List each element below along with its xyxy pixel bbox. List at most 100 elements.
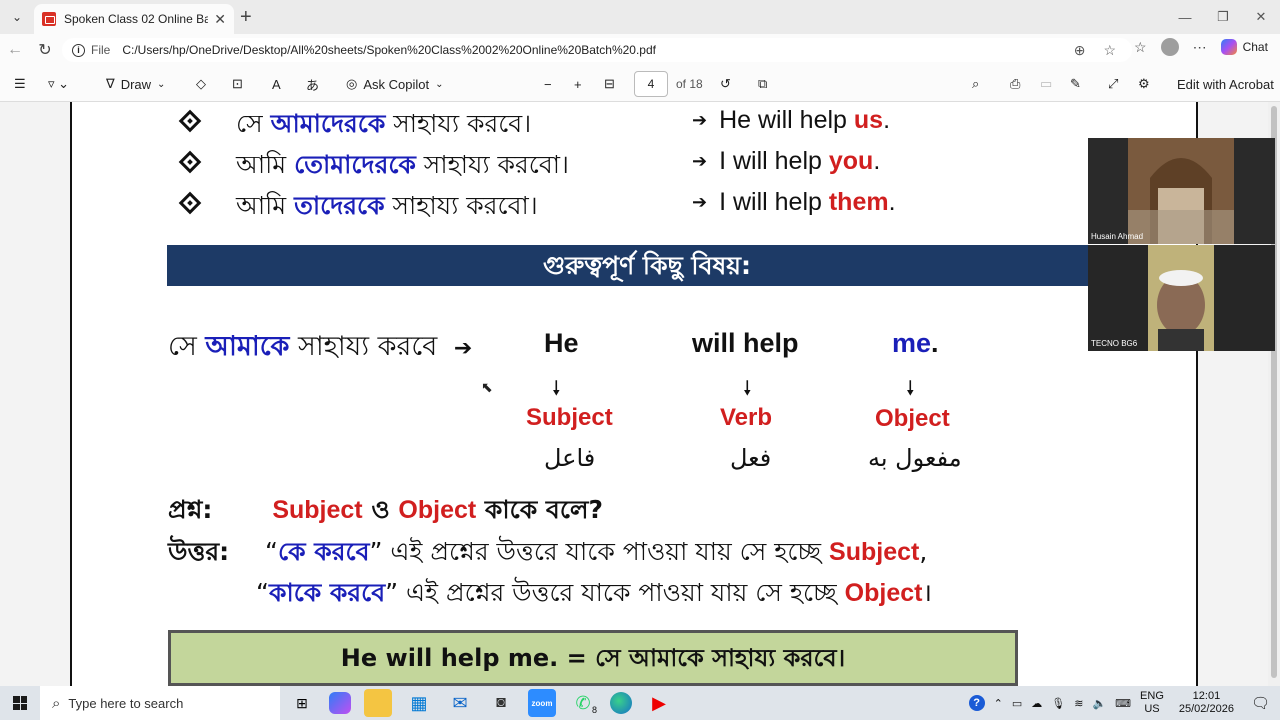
edge-icon[interactable] <box>610 692 632 714</box>
search-icon: ⌕ <box>52 694 61 712</box>
start-button[interactable] <box>0 686 40 720</box>
find-icon[interactable]: ⌕ <box>972 66 979 102</box>
copilot-icon <box>1220 39 1237 55</box>
store-icon[interactable]: ▦ <box>405 689 433 717</box>
zoom-icon[interactable]: ⊕ <box>1074 42 1086 59</box>
answer-line-1: উত্তর: “কে করবে” এই প্রশ্নের উত্তরে যাকে… <box>168 532 927 575</box>
address-bar-row: ← ↻ i File C:/Users/hp/OneDrive/Desktop/… <box>0 34 1280 66</box>
outlook-icon[interactable]: ✉ <box>446 689 474 717</box>
question-label: প্রশ্ন: <box>168 495 213 524</box>
verb-label: Verb <box>720 404 773 431</box>
row2-bn-suffix: সাহায্য করবো। <box>415 150 569 179</box>
tab-close-icon[interactable]: ✕ <box>214 11 226 28</box>
copilot-app-icon[interactable] <box>329 692 351 714</box>
example-me-period: . <box>931 328 939 358</box>
answer1-quote-open: “ <box>265 537 278 566</box>
save-icon[interactable]: ▭ <box>1040 66 1052 102</box>
back-icon[interactable]: ← <box>0 41 30 59</box>
taskbar: ⌕ Type here to search ⊞ ▦ ✉ ◙ zoom ✆ 8 ▶ … <box>0 686 1280 720</box>
zoom-out-icon[interactable]: − <box>544 66 552 102</box>
save-as-icon[interactable]: ✎ <box>1070 66 1081 102</box>
volume-icon[interactable]: 🔈 <box>1092 697 1106 710</box>
camera-icon[interactable]: ◙ <box>487 689 515 717</box>
microphone-icon[interactable]: 🎙 <box>1051 697 1065 710</box>
lang-bottom: US <box>1144 703 1160 715</box>
row2-en-highlight: you <box>828 147 874 175</box>
cloud-icon[interactable]: ☁ <box>1031 697 1042 710</box>
settings-gear-icon[interactable]: ⚙ <box>1138 66 1150 102</box>
example-me: me. <box>892 328 939 359</box>
page-view-icon[interactable]: ⧉ <box>758 66 767 102</box>
taskbar-search[interactable]: ⌕ Type here to search <box>40 686 280 720</box>
translate-icon[interactable]: あ <box>306 66 319 102</box>
more-menu-icon[interactable]: ⋯ <box>1193 39 1207 56</box>
youtube-icon[interactable]: ▶ <box>645 689 673 717</box>
draw-button[interactable]: ∇ Draw ⌄ <box>106 66 165 102</box>
url-field[interactable]: i File C:/Users/hp/OneDrive/Desktop/All%… <box>62 38 1132 62</box>
arabic-object: مفعول به <box>868 444 962 472</box>
question-object: Object <box>398 496 477 524</box>
language-indicator[interactable]: ENG US <box>1140 690 1164 716</box>
example-bn-suffix: সাহায্য করবে <box>289 331 438 362</box>
example-bn-highlight: আমাকে <box>205 331 290 362</box>
clock-date: 25/02/2026 <box>1178 703 1234 715</box>
video-tile-1[interactable]: Husain Ahmad <box>1088 138 1275 244</box>
battery-icon[interactable]: ▭ <box>1012 697 1022 710</box>
row1-en-highlight: us <box>853 106 884 134</box>
participant-name-2: TECNO BG6 <box>1091 339 1138 348</box>
maximize-icon[interactable]: ❐ <box>1204 0 1242 34</box>
windows-logo-icon <box>13 696 27 710</box>
highlight-icon[interactable]: ▿ ⌄ <box>48 66 69 102</box>
pdf-icon <box>42 12 56 26</box>
zoom-app-icon[interactable]: zoom <box>528 689 556 717</box>
read-aloud-icon[interactable]: A <box>272 66 281 102</box>
text-box-icon[interactable]: ⊡ <box>232 66 243 102</box>
draw-label: Draw <box>120 76 152 92</box>
tab-active[interactable]: Spoken Class 02 Online Batch .pdf ✕ <box>34 4 234 34</box>
task-view-icon[interactable]: ⊞ <box>288 689 316 717</box>
video-feed-2 <box>1088 245 1275 351</box>
favorites-icon[interactable]: ☆ <box>1134 39 1147 56</box>
tray-expand-icon[interactable]: ⌃ <box>994 697 1003 710</box>
row3-en-prefix: I will help <box>719 188 829 216</box>
keyboard-icon[interactable]: ⌨ <box>1115 697 1131 710</box>
section-banner: গুরুত্বপূর্ণ কিছু বিষয়: <box>167 245 1127 286</box>
minimize-icon[interactable]: — <box>1166 0 1204 34</box>
tab-actions-menu-icon[interactable]: ⌄ <box>0 0 34 34</box>
favorite-star-icon[interactable]: ☆ <box>1103 42 1116 59</box>
copilot-small-icon: ◎ <box>346 76 358 91</box>
row3-bn-suffix: সাহায্য করবো। <box>384 191 538 220</box>
row3-en-highlight: them <box>828 188 889 216</box>
video-tile-2[interactable]: TECNO BG6 <box>1088 245 1275 351</box>
profile-avatar[interactable] <box>1160 38 1179 56</box>
edit-with-acrobat-button[interactable]: Edit with Acrobat <box>1177 66 1274 102</box>
ask-copilot-button[interactable]: ◎ Ask Copilot ⌄ <box>346 66 443 102</box>
help-icon[interactable]: ? <box>968 695 985 711</box>
new-tab-button[interactable]: + <box>240 7 252 27</box>
contents-icon[interactable]: ☰ <box>14 66 26 102</box>
copilot-chat-button[interactable]: Chat <box>1220 39 1268 55</box>
fit-page-icon[interactable]: ⊟ <box>604 66 615 102</box>
eng-row-1: ➔ He will help us. <box>692 106 890 135</box>
page-number-input[interactable]: 4 <box>634 71 668 97</box>
fullscreen-icon[interactable]: ⤢ <box>1108 66 1118 102</box>
info-icon[interactable]: i <box>72 43 85 57</box>
chat-label: Chat <box>1242 40 1268 54</box>
row1-bn-highlight: আমাদেরকে <box>270 109 386 138</box>
rotate-icon[interactable]: ↺ <box>720 66 731 102</box>
search-placeholder: Type here to search <box>68 695 184 711</box>
ask-copilot-label: Ask Copilot <box>363 76 430 92</box>
close-window-icon[interactable]: ✕ <box>1242 0 1280 34</box>
refresh-icon[interactable]: ↻ <box>30 40 60 60</box>
print-icon[interactable]: ⎙ <box>1010 66 1020 102</box>
lang-top: ENG <box>1140 690 1164 702</box>
notifications-icon[interactable]: 🗨 <box>1251 694 1270 712</box>
clock[interactable]: 12:01 25/02/2026 <box>1179 690 1234 716</box>
example-bn-sentence: সে আমাকে সাহায্য করবে ➔ <box>168 326 472 371</box>
whatsapp-icon[interactable]: ✆ 8 <box>569 689 597 717</box>
erase-icon[interactable]: ◇ <box>196 66 206 102</box>
wifi-icon[interactable]: ≋ <box>1074 697 1083 710</box>
bullet-row-2: আমি তোমাদেরকে সাহায্য করবো। <box>178 145 569 188</box>
file-explorer-icon[interactable] <box>364 689 392 717</box>
zoom-in-icon[interactable]: + <box>574 66 582 102</box>
